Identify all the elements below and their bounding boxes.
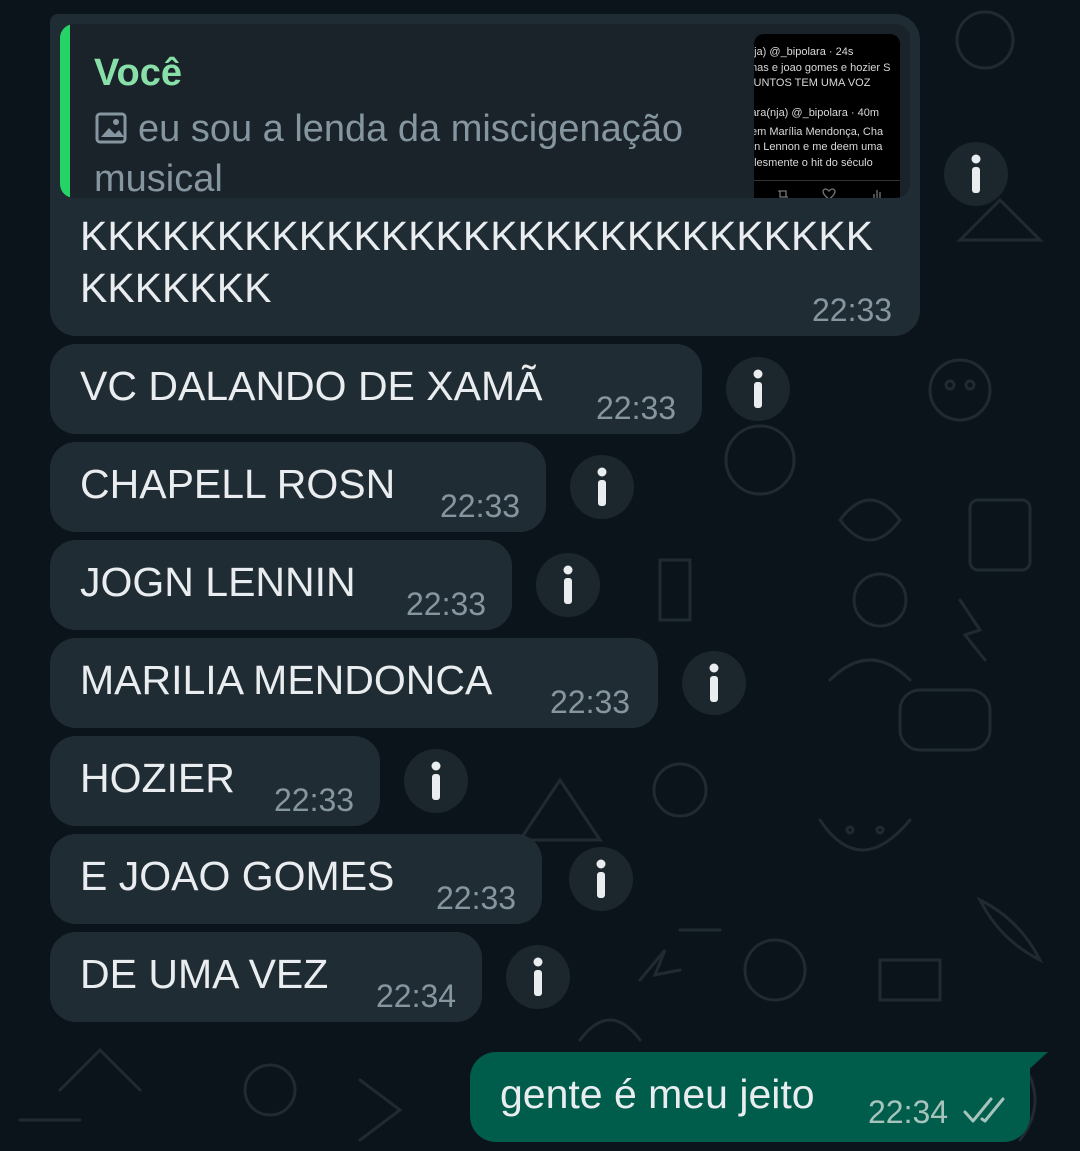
tweet-header-1: nja) @_bipolara · 24s — [754, 46, 854, 58]
info-button[interactable] — [570, 455, 634, 519]
message-time: 22:33 — [550, 684, 631, 720]
info-icon — [971, 154, 981, 193]
outgoing-message-bubble[interactable]: gente é meu jeito 22:34 — [470, 1052, 1048, 1142]
message-bubble[interactable]: CHAPELL ROSN 22:33 — [50, 442, 546, 532]
tweet-text-1a: mas e joao gomes e hozier S — [754, 62, 891, 74]
message-text: JOGN LENNIN — [80, 559, 356, 605]
quote-text: eu sou a lenda da miscigenação musical — [94, 106, 734, 198]
message-time: 22:33 — [436, 880, 517, 916]
message-bubble[interactable]: E JOAO GOMES 22:33 — [50, 834, 542, 924]
message-text: gente é meu jeito — [500, 1071, 815, 1117]
message-time: 22:34 — [868, 1094, 949, 1130]
info-icon — [563, 565, 573, 604]
info-icon — [596, 859, 606, 898]
tweet-text-2a: tem Marília Mendonça, Cha — [754, 126, 884, 138]
message-text-line-2: KKKKKKK — [80, 265, 272, 311]
info-button[interactable] — [506, 945, 570, 1009]
message-text: CHAPELL ROSN — [80, 461, 396, 507]
message-text: HOZIER — [80, 755, 235, 801]
message-time: 22:33 — [274, 782, 355, 818]
info-button[interactable] — [404, 749, 468, 813]
reply-message-bubble[interactable]: Você eu sou a lenda da miscigenação musi… — [50, 14, 920, 336]
message-bubble[interactable]: MARILIA MENDONCA 22:33 — [50, 638, 658, 728]
bubble-tail — [1024, 1052, 1048, 1074]
message-bubble[interactable]: DE UMA VEZ 22:34 — [50, 932, 482, 1022]
tweet-text-2b: hn Lennon e me deem uma — [754, 141, 883, 153]
image-icon — [94, 110, 128, 156]
message-bubble[interactable]: VC DALANDO DE XAMÃ 22:33 — [50, 344, 702, 434]
quote-caption: eu sou a lenda da miscigenação musical — [94, 108, 684, 198]
tweet-header-2: lara(nja) @_bipolara · 40m — [754, 107, 880, 119]
quoted-message[interactable]: Você eu sou a lenda da miscigenação musi… — [60, 24, 910, 198]
message-bubble[interactable]: JOGN LENNIN 22:33 — [50, 540, 512, 630]
info-icon — [709, 663, 719, 702]
quote-thumbnail: nja) @_bipolara · 24s mas e joao gomes e… — [754, 34, 900, 198]
message-bubble[interactable]: HOZIER 22:33 — [50, 736, 380, 826]
info-icon — [597, 467, 607, 506]
info-icon — [431, 761, 441, 800]
message-text: MARILIA MENDONCA — [80, 657, 493, 703]
tweet-text-1b: JUNTOS TEM UMA VOZ — [754, 77, 871, 89]
info-button[interactable] — [726, 357, 790, 421]
double-check-icon — [962, 1096, 1010, 1131]
info-icon — [753, 369, 763, 408]
info-button[interactable] — [682, 651, 746, 715]
message-text: DE UMA VEZ — [80, 951, 329, 997]
message-time: 22:33 — [406, 586, 487, 622]
message-time: 22:33 — [812, 292, 893, 328]
info-icon — [533, 957, 543, 996]
info-button[interactable] — [569, 847, 633, 911]
message-time: 22:33 — [596, 390, 677, 426]
message-time: 22:34 — [376, 978, 457, 1014]
message-time: 22:33 — [440, 488, 521, 524]
info-button[interactable] — [944, 142, 1008, 206]
tweet-actions-icon — [778, 188, 881, 198]
message-text: E JOAO GOMES — [80, 853, 395, 899]
tweet-text-2c: plesmente o hit do século — [754, 157, 873, 169]
info-button[interactable] — [536, 553, 600, 617]
quote-author: Você — [94, 52, 183, 94]
quote-accent-bar — [60, 24, 70, 198]
message-text: VC DALANDO DE XAMÃ — [80, 363, 543, 409]
message-text-line-1: KKKKKKKKKKKKKKKKKKKKKKKKKKKKK — [80, 213, 874, 259]
